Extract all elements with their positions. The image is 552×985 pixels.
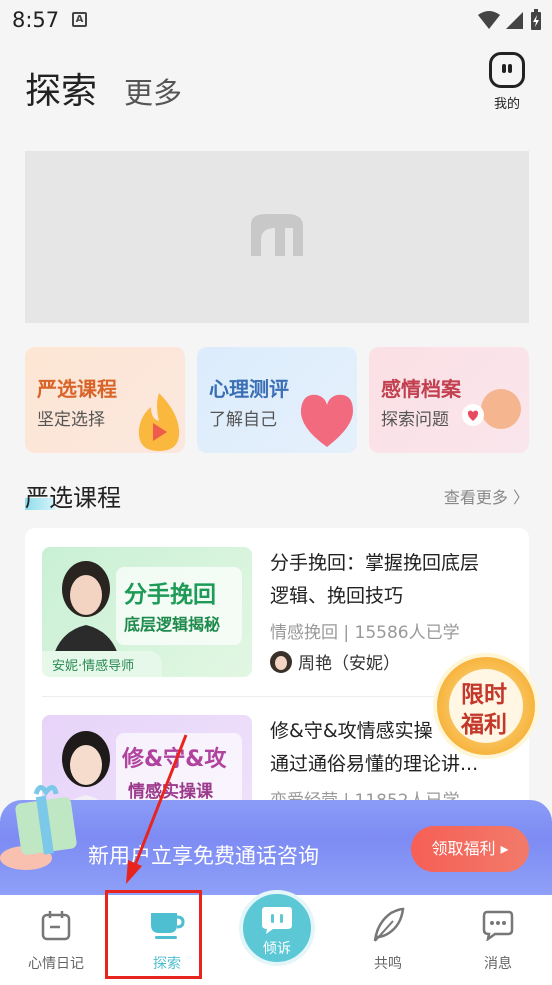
- heart-icon: [300, 394, 353, 447]
- battery-icon: [531, 9, 541, 30]
- top-header: 探索 更多 我的: [0, 40, 552, 130]
- chat-bubble-heart-icon: [462, 389, 521, 429]
- profile-button[interactable]: 我的: [487, 52, 527, 112]
- status-bar: 8:57 A: [0, 0, 552, 40]
- category-archive[interactable]: 感情档案 探索问题: [369, 347, 529, 453]
- bottom-nav: 心情日记 探索 倾诉 共鸣 消息: [0, 890, 552, 985]
- see-more-link[interactable]: 查看更多 〉: [444, 484, 529, 508]
- placeholder-logo-icon: [251, 214, 303, 256]
- gift-box-icon: [0, 785, 77, 870]
- promo-banner[interactable]: 新用户立享免费通话咨询 领取福利 ▸: [0, 785, 552, 895]
- category-title: 心理测评: [209, 377, 289, 401]
- section-title: 严选课程: [25, 484, 121, 512]
- section-header: 严选课程 查看更多 〉: [25, 478, 529, 514]
- thumb-title: 分手挽回: [124, 582, 216, 608]
- banner-placeholder[interactable]: [25, 151, 529, 323]
- status-time: 8:57: [12, 8, 60, 32]
- limited-offer-badge[interactable]: 限时 福利: [437, 657, 535, 755]
- signal-icon: [506, 12, 523, 29]
- course-title-line2: 逻辑、挽回技巧: [270, 585, 404, 607]
- category-title: 严选课程: [37, 377, 117, 401]
- voice-bubble-icon: [262, 907, 292, 934]
- badge-line2: 福利: [461, 712, 507, 738]
- category-courses[interactable]: 严选课程 坚定选择: [25, 347, 185, 453]
- course-title-line1: 分手挽回：掌握挽回底层: [270, 552, 480, 574]
- tab-explore[interactable]: 探索: [25, 62, 97, 114]
- badge-line1: 限时: [461, 682, 507, 708]
- category-subtitle: 探索问题: [381, 410, 449, 430]
- annotation-box: [105, 890, 202, 979]
- profile-face-icon: [489, 52, 525, 88]
- wifi-icon: [478, 11, 500, 29]
- promo-text: 新用户立享免费通话咨询: [88, 844, 319, 868]
- nav-label: 消息: [484, 956, 512, 972]
- nav-label: 共鸣: [374, 956, 402, 972]
- nav-label: 心情日记: [28, 956, 84, 972]
- system-icons: [478, 9, 542, 31]
- course-teacher: 周艳（安妮）: [270, 649, 400, 674]
- calendar-icon: [41, 911, 71, 941]
- category-subtitle: 坚定选择: [37, 410, 105, 430]
- category-subtitle: 了解自己: [209, 410, 277, 430]
- teacher-avatar: [270, 650, 292, 673]
- claim-benefit-button[interactable]: 领取福利 ▸: [411, 826, 529, 872]
- thumb-caption: 安妮·情感导师: [52, 659, 135, 674]
- profile-label: 我的: [493, 97, 520, 112]
- thumb-subtitle: 情感实操课: [128, 782, 213, 802]
- nav-label: 倾诉: [263, 941, 291, 957]
- course-meta: 情感挽回 | 15586人已学: [270, 623, 460, 643]
- category-assessment[interactable]: 心理测评 了解自己: [197, 347, 357, 453]
- thumb-subtitle: 底层逻辑揭秘: [124, 615, 221, 634]
- feather-icon: [373, 907, 405, 942]
- thumb-title: 修&守&攻: [122, 747, 227, 772]
- teacher-name: 周艳（安妮）: [298, 654, 400, 674]
- notification-icon: A: [72, 12, 87, 27]
- course-item[interactable]: 分手挽回 底层逻辑揭秘 安妮·情感导师 分手挽回：掌握挽回底层 逻辑、挽回技巧 …: [25, 528, 529, 688]
- category-title: 感情档案: [381, 377, 461, 401]
- course-thumbnail: 分手挽回 底层逻辑揭秘 安妮·情感导师: [42, 547, 252, 677]
- tab-more[interactable]: 更多: [124, 70, 182, 112]
- flame-play-icon: [138, 393, 180, 451]
- nav-talk[interactable]: 倾诉: [239, 890, 315, 966]
- message-icon: [482, 910, 514, 941]
